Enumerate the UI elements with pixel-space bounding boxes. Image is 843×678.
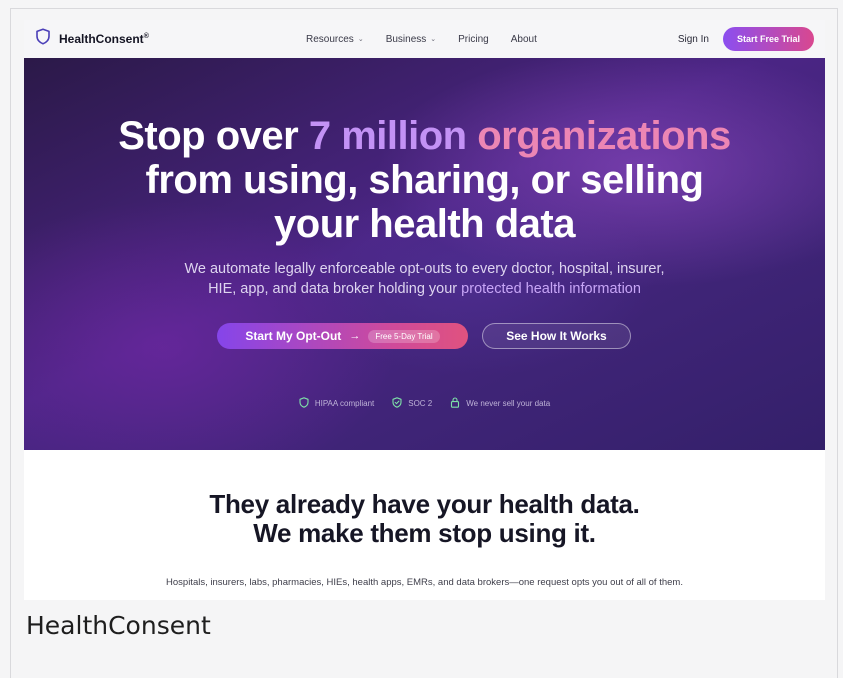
badge-soc2: SOC 2: [392, 397, 432, 410]
cta-primary-label: Start My Opt-Out: [245, 329, 342, 343]
brand-name: HealthConsent®: [59, 32, 149, 46]
hero-title-line2: from using, sharing, or selling: [145, 158, 704, 202]
hero-subtitle-highlight: protected health information: [461, 281, 641, 297]
cta-row: Start My Opt-Out → Free 5-Day Trial See …: [217, 323, 631, 349]
hero-title-highlight-orgs: organizations: [477, 114, 731, 158]
shield-logo-icon: [35, 28, 51, 50]
see-how-it-works-button[interactable]: See How It Works: [482, 323, 631, 349]
trust-badges: HIPAA compliant SOC 2 We never sell your…: [24, 397, 825, 410]
nav-item-label: About: [510, 33, 537, 45]
nav-item-label: Pricing: [458, 33, 489, 45]
lock-icon: [450, 397, 460, 410]
free-trial-pill: Free 5-Day Trial: [368, 329, 440, 343]
badge-label: SOC 2: [408, 399, 433, 408]
nav-item-about[interactable]: About: [511, 34, 537, 45]
badge-label: HIPAA compliant: [314, 399, 375, 408]
start-free-trial-button[interactable]: Start Free Trial: [722, 27, 814, 51]
arrow-right-icon: →: [349, 330, 361, 342]
page-caption: HealthConsent: [26, 611, 211, 640]
hero-subtitle: We automate legally enforceable opt-outs…: [184, 261, 665, 297]
nav-item-label: Resources: [306, 33, 354, 45]
nav-actions: Sign In Start Free Trial: [678, 20, 814, 58]
nav-item-label: Business: [385, 33, 427, 45]
check-shield-icon: [392, 397, 402, 410]
brand-logo[interactable]: HealthConsent®: [35, 28, 149, 50]
nav-item-resources[interactable]: Resources ⌄: [306, 34, 364, 45]
hero-title: Stop over 7 million organizations from u…: [24, 114, 825, 246]
section-title: They already have your health data. We m…: [209, 489, 640, 548]
navbar: HealthConsent® Resources ⌄ Business ⌄ Pr…: [24, 20, 825, 58]
hero-title-line3: your health data: [274, 202, 575, 246]
start-opt-out-button[interactable]: Start My Opt-Out → Free 5-Day Trial: [217, 323, 468, 349]
hero-title-highlight-count: 7 million: [308, 114, 467, 158]
nav-item-pricing[interactable]: Pricing: [458, 34, 489, 45]
badge-label: We never sell your data: [466, 399, 551, 408]
chevron-down-icon: ⌄: [357, 36, 364, 43]
badge-hipaa: HIPAA compliant: [299, 397, 374, 410]
section-subtitle: Hospitals, insurers, labs, pharmacies, H…: [166, 577, 683, 588]
hero-section: Stop over 7 million organizations from u…: [24, 58, 825, 450]
sign-in-link[interactable]: Sign In: [678, 34, 709, 45]
hero-title-line1: Stop over 7 million organizations: [118, 114, 731, 158]
nav-links: Resources ⌄ Business ⌄ Pricing About: [306, 20, 537, 58]
chevron-down-icon: ⌄: [430, 36, 437, 43]
website: HealthConsent® Resources ⌄ Business ⌄ Pr…: [24, 20, 825, 600]
shield-icon: [299, 397, 309, 410]
nav-item-business[interactable]: Business ⌄: [386, 34, 436, 45]
badge-never-sell: We never sell your data: [450, 397, 550, 410]
